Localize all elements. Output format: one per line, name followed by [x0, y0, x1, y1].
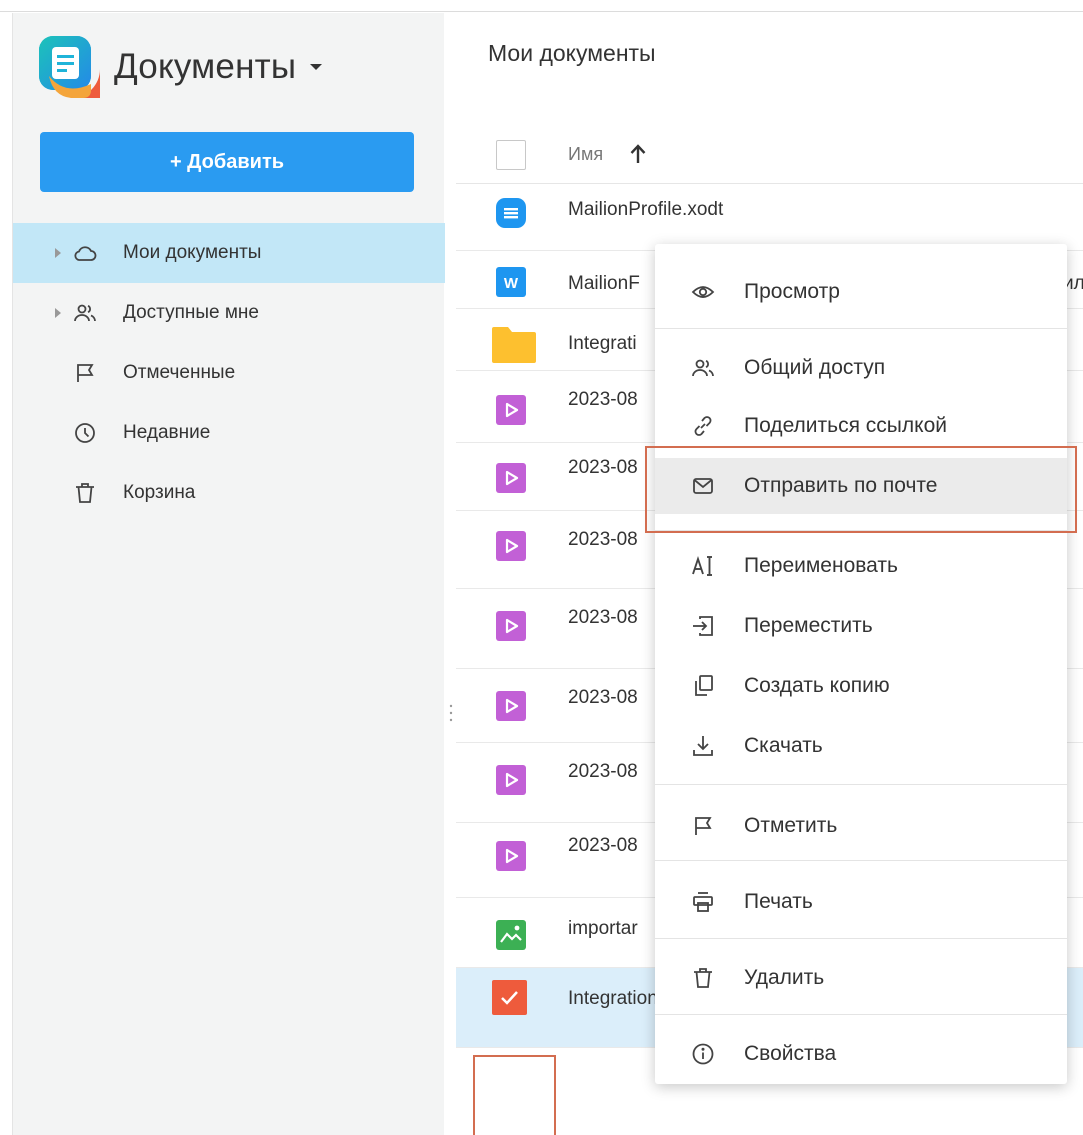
- users-icon: [692, 359, 714, 377]
- sidebar-item-label: Корзина: [123, 482, 196, 503]
- checkbox-checked-icon[interactable]: [492, 980, 527, 1015]
- folder-icon: [492, 327, 536, 363]
- flag-icon: [695, 817, 712, 835]
- file-list-header: Имя: [456, 124, 1083, 184]
- file-name: 2023-08: [568, 457, 638, 478]
- menu-item-properties[interactable]: Свойства: [655, 1026, 1067, 1082]
- menu-item-label: Свойства: [744, 1042, 837, 1065]
- menu-item-flag[interactable]: Отметить: [655, 798, 1067, 854]
- resize-handle[interactable]: [449, 703, 453, 723]
- expand-arrow-icon[interactable]: [55, 308, 61, 318]
- sort-arrow-up-icon[interactable]: [628, 143, 648, 165]
- image-file-icon: [496, 920, 526, 950]
- sidebar-item-my-documents[interactable]: Мои документы: [13, 223, 445, 283]
- link-icon: [694, 416, 712, 436]
- highlight-frame: [645, 446, 1077, 533]
- video-file-icon: [496, 531, 526, 561]
- video-file-icon: [496, 691, 526, 721]
- menu-item-move[interactable]: Переместить: [655, 598, 1067, 654]
- expand-arrow-icon[interactable]: [55, 248, 61, 258]
- menu-item-label: Печать: [744, 890, 813, 913]
- top-edge: [0, 0, 1083, 12]
- menu-separator: [655, 784, 1067, 785]
- trash-icon: [694, 968, 712, 988]
- sidebar-item-trash[interactable]: Корзина: [13, 463, 445, 523]
- menu-item-label: Общий доступ: [744, 356, 886, 379]
- video-file-icon: [496, 765, 526, 795]
- menu-item-share[interactable]: Общий доступ: [655, 340, 1067, 396]
- menu-item-rename[interactable]: Переименовать: [655, 538, 1067, 594]
- info-icon: [692, 1043, 714, 1065]
- video-file-icon: [496, 463, 526, 493]
- file-name: importar: [568, 918, 638, 939]
- menu-item-label: Скачать: [744, 734, 823, 757]
- menu-item-copy[interactable]: Создать копию: [655, 658, 1067, 714]
- table-row[interactable]: MailionProfile.xodt: [456, 185, 1083, 251]
- file-name: 2023-08: [568, 607, 638, 628]
- select-all-checkbox[interactable]: [496, 140, 526, 170]
- video-file-icon: [496, 841, 526, 871]
- chevron-down-icon: [310, 64, 323, 70]
- sidebar: Документы + Добавить Мои документы Досту…: [12, 13, 445, 1135]
- menu-item-label: Переместить: [744, 614, 873, 637]
- move-icon: [693, 616, 713, 636]
- sidebar-item-label: Мои документы: [123, 242, 262, 263]
- cloud-icon: [74, 246, 97, 261]
- sidebar-item-flagged[interactable]: Отмеченные: [13, 343, 445, 403]
- menu-item-label: Удалить: [744, 966, 825, 989]
- menu-item-label: Переименовать: [744, 554, 898, 577]
- file-name: 2023-08: [568, 687, 638, 708]
- menu-item-label: Просмотр: [744, 280, 840, 303]
- page-title: Мои документы: [488, 40, 656, 66]
- video-file-icon: [496, 611, 526, 641]
- column-header-name[interactable]: Имя: [568, 144, 603, 165]
- trash-icon: [76, 483, 94, 503]
- flag-icon: [77, 364, 94, 382]
- clock-icon: [75, 423, 95, 443]
- context-menu: Просмотр Общий доступ Поделиться ссылкой…: [655, 244, 1067, 1084]
- video-file-icon: [496, 395, 526, 425]
- menu-item-download[interactable]: Скачать: [655, 718, 1067, 774]
- users-icon: [74, 304, 96, 322]
- file-name: 2023-08: [568, 529, 638, 550]
- printer-icon: [693, 892, 713, 912]
- sidebar-item-shared-with-me[interactable]: Доступные мне: [13, 283, 445, 343]
- sidebar-item-label: Доступные мне: [123, 302, 259, 323]
- eye-icon: [691, 286, 715, 298]
- file-name: MailionF: [568, 273, 640, 294]
- menu-separator: [655, 1014, 1067, 1015]
- sidebar-item-label: Отмеченные: [123, 362, 236, 383]
- rename-icon: [692, 555, 712, 576]
- word-document-icon: W: [496, 267, 526, 297]
- sidebar-nav: Мои документы Доступные мне Отмеченные Н…: [13, 223, 445, 523]
- download-icon: [693, 736, 713, 756]
- app-switcher[interactable]: Документы: [39, 35, 323, 99]
- file-name: Integrati: [568, 333, 637, 354]
- sidebar-item-recent[interactable]: Недавние: [13, 403, 445, 463]
- svg-text:W: W: [504, 275, 519, 292]
- highlight-frame: [473, 1055, 556, 1135]
- sidebar-item-label: Недавние: [123, 422, 211, 443]
- menu-item-print[interactable]: Печать: [655, 874, 1067, 930]
- file-name: MailionProfile.xodt: [568, 199, 724, 220]
- menu-separator: [655, 938, 1067, 939]
- add-button[interactable]: + Добавить: [40, 132, 414, 192]
- menu-item-label: Создать копию: [744, 674, 890, 697]
- text-document-icon: [496, 198, 526, 228]
- menu-separator: [655, 860, 1067, 861]
- menu-item-label: Отметить: [744, 814, 838, 837]
- file-name: 2023-08: [568, 835, 638, 856]
- file-name: 2023-08: [568, 389, 638, 410]
- menu-item-delete[interactable]: Удалить: [655, 950, 1067, 1006]
- copy-icon: [695, 675, 713, 696]
- app-name: Документы: [114, 47, 297, 86]
- file-name: 2023-08: [568, 761, 638, 782]
- documents-app-logo-icon: [39, 36, 100, 98]
- menu-item-label: Поделиться ссылкой: [744, 414, 947, 437]
- menu-separator: [655, 328, 1067, 329]
- menu-item-view[interactable]: Просмотр: [655, 264, 1067, 320]
